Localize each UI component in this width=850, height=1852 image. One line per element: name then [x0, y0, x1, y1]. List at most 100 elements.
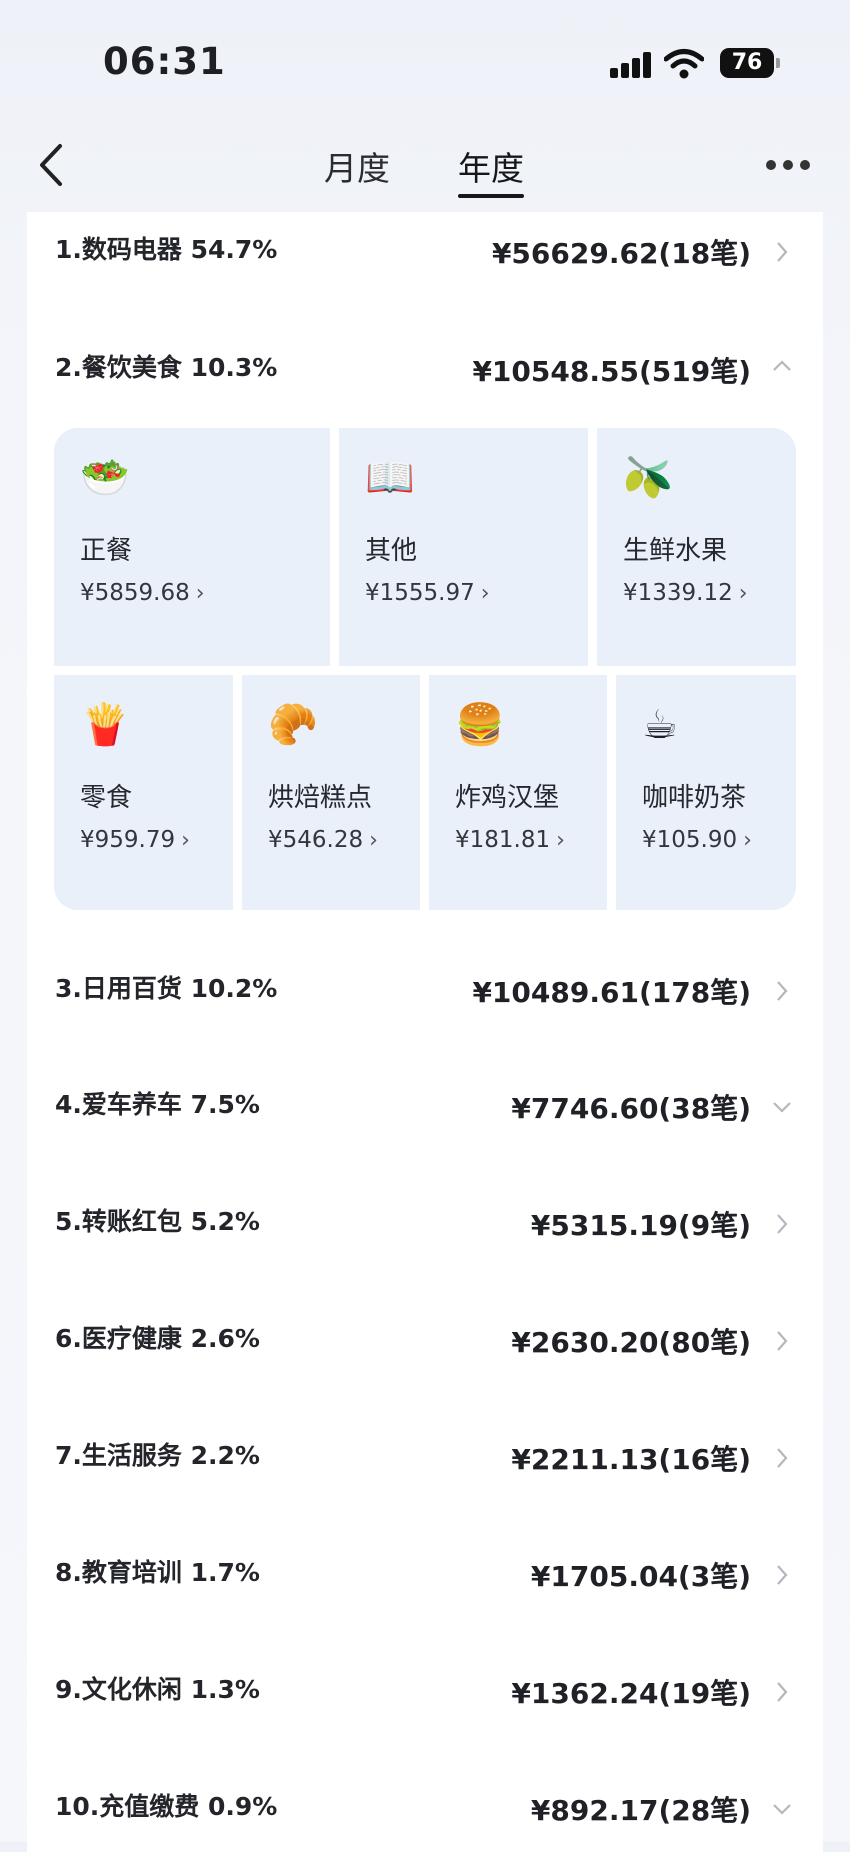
chevron-right-icon: › — [556, 828, 565, 853]
category-row-recharge[interactable]: 10.充值缴费 0.9% ¥892.17(28笔) — [27, 1787, 823, 1847]
chevron-right-icon — [777, 242, 788, 262]
category-row-life-services[interactable]: 7.生活服务 2.2% ¥2211.13(16笔) — [27, 1436, 823, 1496]
category-name: 5.转账红包 5.2% — [55, 1207, 260, 1236]
chevron-right-icon — [777, 1448, 788, 1468]
back-arrow-icon[interactable] — [32, 140, 72, 190]
category-name: 2.餐饮美食 10.3% — [55, 353, 278, 382]
tile-row-divider — [54, 666, 796, 675]
status-time: 06:31 — [103, 40, 226, 83]
tab-yearly[interactable]: 年度 — [458, 142, 524, 198]
subcategory-amount: ¥546.28 — [268, 827, 364, 853]
category-amount: ¥10548.55(519笔) — [472, 355, 751, 388]
category-name: 9.文化休闲 1.3% — [55, 1675, 260, 1704]
chevron-right-icon — [777, 1331, 788, 1351]
chevron-down-icon — [773, 1804, 791, 1815]
open-book-icon: 📖 — [365, 455, 415, 501]
subcategory-label: 咖啡奶茶 — [642, 783, 747, 813]
chevron-right-icon: › — [480, 581, 490, 606]
category-amount: ¥1705.04(3笔) — [530, 1560, 751, 1593]
subcategory-label: 炸鸡汉堡 — [455, 783, 560, 813]
subcategory-amount: ¥105.90 — [642, 827, 738, 853]
category-row-leisure[interactable]: 9.文化休闲 1.3% ¥1362.24(19笔) — [27, 1670, 823, 1730]
subcategory-label: 生鲜水果 — [623, 536, 728, 566]
subcategory-label: 零食 — [80, 783, 133, 813]
subcategory-amount: ¥1555.97 — [365, 580, 475, 606]
chevron-right-icon: › — [743, 828, 752, 853]
subcategory-tile-bakery[interactable]: 🥐 烘焙糕点 ¥546.28 › — [242, 675, 420, 910]
meal-plate-icon: 🥗 — [80, 455, 130, 501]
chevron-right-icon: › — [181, 828, 190, 853]
category-row-digital[interactable]: 1.数码电器 54.7% ¥56629.62(18笔) — [27, 230, 823, 290]
subcategory-amount-wrap: ¥1339.12 › — [623, 580, 748, 606]
burger-icon: 🍔 — [455, 702, 505, 748]
chevron-up-icon — [773, 360, 791, 371]
category-name: 4.爱车养车 7.5% — [55, 1090, 260, 1119]
category-row-car[interactable]: 4.爱车养车 7.5% ¥7746.60(38笔) — [27, 1085, 823, 1145]
subcategory-tile-snacks[interactable]: 🍟 零食 ¥959.79 › — [54, 675, 233, 910]
category-amount: ¥1362.24(19笔) — [511, 1677, 751, 1710]
category-name: 8.教育培训 1.7% — [55, 1558, 260, 1587]
bread-icon: 🥐 — [268, 702, 318, 748]
subcategory-amount-wrap: ¥5859.68 › — [80, 580, 205, 606]
category-name: 6.医疗健康 2.6% — [55, 1324, 260, 1353]
category-row-medical[interactable]: 6.医疗健康 2.6% ¥2630.20(80笔) — [27, 1319, 823, 1379]
chevron-right-icon: › — [369, 828, 378, 853]
category-row-education[interactable]: 8.教育培训 1.7% ¥1705.04(3笔) — [27, 1553, 823, 1613]
food-subcategory-panel: 🥗 正餐 ¥5859.68 › 📖 其他 ¥1555.97 › 🫒 生鲜水果 ¥13… — [54, 428, 796, 910]
subcategory-tile-other[interactable]: 📖 其他 ¥1555.97 › — [339, 428, 588, 666]
wifi-icon — [664, 49, 704, 79]
category-row-transfer[interactable]: 5.转账红包 5.2% ¥5315.19(9笔) — [27, 1202, 823, 1262]
category-amount: ¥5315.19(9笔) — [530, 1209, 751, 1242]
category-amount: ¥2211.13(16笔) — [511, 1443, 751, 1476]
chevron-down-icon — [773, 1102, 791, 1113]
category-amount: ¥10489.61(178笔) — [472, 976, 751, 1009]
subcategory-amount-wrap: ¥181.81 › — [455, 827, 565, 853]
subcategory-label: 其他 — [365, 536, 418, 566]
chevron-right-icon — [777, 1682, 788, 1702]
subcategory-amount-wrap: ¥105.90 › — [642, 827, 752, 853]
subcategory-amount: ¥1339.12 — [623, 580, 733, 606]
category-name: 3.日用百货 10.2% — [55, 974, 278, 1003]
cellular-signal-icon — [610, 52, 654, 78]
chevron-right-icon: › — [195, 581, 205, 606]
subcategory-label: 正餐 — [80, 536, 133, 566]
tab-monthly[interactable]: 月度 — [324, 142, 390, 190]
subcategory-tile-fruit[interactable]: 🫒 生鲜水果 ¥1339.12 › — [597, 428, 796, 666]
category-name: 10.充值缴费 0.9% — [55, 1792, 278, 1821]
category-amount: ¥2630.20(80笔) — [511, 1326, 751, 1359]
chevron-right-icon: › — [738, 581, 748, 606]
subcategory-amount-wrap: ¥546.28 › — [268, 827, 378, 853]
subcategory-tile-burger[interactable]: 🍔 炸鸡汉堡 ¥181.81 › — [429, 675, 607, 910]
battery-indicator: 76 — [720, 48, 780, 78]
category-amount: ¥56629.62(18笔) — [491, 237, 751, 270]
more-options-icon[interactable] — [766, 158, 812, 172]
subcategory-amount: ¥959.79 — [80, 827, 176, 853]
chevron-right-icon — [777, 1565, 788, 1585]
coffee-cup-icon: ☕ — [642, 702, 678, 748]
tile-divider — [330, 428, 339, 666]
status-bar: 06:31 76 — [0, 0, 850, 125]
category-row-food[interactable]: 2.餐饮美食 10.3% ¥10548.55(519笔) — [27, 348, 823, 408]
tile-divider — [420, 675, 429, 910]
subcategory-tile-coffee[interactable]: ☕ 咖啡奶茶 ¥105.90 › — [616, 675, 796, 910]
top-navigation: 月度 年度 — [0, 130, 850, 210]
green-fruit-icon: 🫒 — [623, 455, 673, 501]
category-name: 7.生活服务 2.2% — [55, 1441, 260, 1470]
tile-divider — [233, 675, 242, 910]
category-amount: ¥7746.60(38笔) — [511, 1092, 751, 1125]
subcategory-tile-meal[interactable]: 🥗 正餐 ¥5859.68 › — [54, 428, 330, 666]
subcategory-amount: ¥5859.68 — [80, 580, 190, 606]
tile-divider — [607, 675, 616, 910]
tile-divider — [588, 428, 597, 666]
subcategory-label: 烘焙糕点 — [268, 783, 373, 813]
potato-chips-icon: 🍟 — [80, 702, 130, 748]
category-name: 1.数码电器 54.7% — [55, 235, 278, 264]
subcategory-amount-wrap: ¥1555.97 › — [365, 580, 490, 606]
category-row-daily-goods[interactable]: 3.日用百货 10.2% ¥10489.61(178笔) — [27, 969, 823, 1029]
subcategory-amount: ¥181.81 — [455, 827, 551, 853]
subcategory-amount-wrap: ¥959.79 › — [80, 827, 190, 853]
category-list-card: 1.数码电器 54.7% ¥56629.62(18笔) 2.餐饮美食 10.3%… — [27, 212, 823, 1852]
chevron-right-icon — [777, 981, 788, 1001]
category-amount: ¥892.17(28笔) — [530, 1794, 751, 1827]
chevron-right-icon — [777, 1214, 788, 1234]
